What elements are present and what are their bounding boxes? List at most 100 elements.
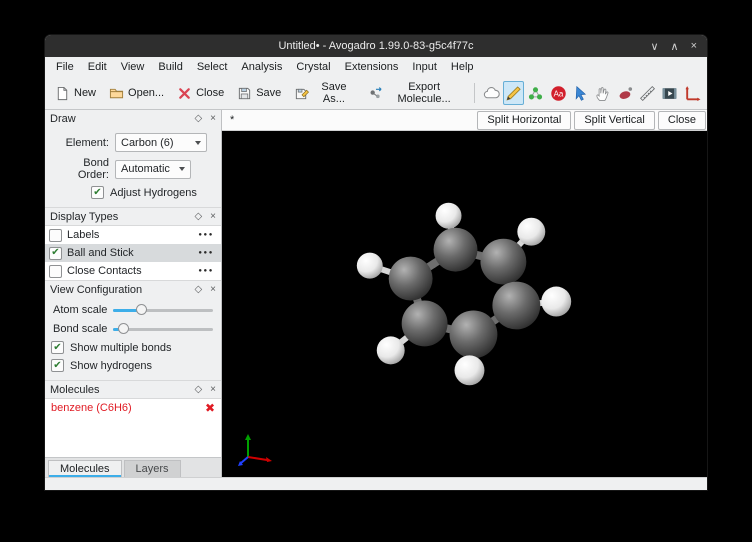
float-panel-icon[interactable]: ◇ (194, 114, 202, 124)
draw-panel: Draw ◇ × Element: Carbon (6) (45, 110, 221, 207)
measure-tool-icon (639, 85, 656, 102)
close-document-icon (177, 86, 192, 101)
menu-input[interactable]: Input (405, 58, 443, 76)
labels-checkbox[interactable] (49, 229, 62, 242)
molecules-list: benzene (C6H6) ✖ (45, 398, 221, 457)
draw-tool-button[interactable] (503, 81, 524, 105)
template-tool-button[interactable] (525, 81, 546, 105)
display-type-row-ball-and-stick[interactable]: ✔ Ball and Stick ●●● (45, 244, 221, 262)
label-tool-button[interactable]: Aa (548, 81, 569, 105)
select-tool-button[interactable] (570, 81, 591, 105)
slider-handle[interactable] (118, 323, 129, 334)
dock-tab-molecules[interactable]: Molecules (48, 460, 122, 477)
close-view-button[interactable]: Close (658, 111, 706, 130)
status-bar (45, 477, 707, 490)
view-tab-modified-indicator[interactable]: * (230, 114, 234, 126)
select-tool-icon (572, 85, 589, 102)
ball-and-stick-checkbox[interactable]: ✔ (49, 247, 62, 260)
menu-help[interactable]: Help (444, 58, 481, 76)
slider-handle[interactable] (136, 304, 147, 315)
close-panel-icon[interactable]: × (210, 285, 216, 295)
navigate-tool-icon (483, 85, 500, 102)
animation-tool-button[interactable] (659, 81, 680, 105)
show-hydrogens-checkbox[interactable]: ✔ (51, 359, 64, 372)
check-icon: ✔ (51, 248, 59, 258)
navigate-tool-button[interactable] (481, 81, 502, 105)
measure-tool-button[interactable] (637, 81, 658, 105)
atom-scale-label: Atom scale (53, 304, 109, 316)
dock-tab-layers[interactable]: Layers (124, 460, 181, 477)
menu-edit[interactable]: Edit (81, 58, 114, 76)
float-panel-icon[interactable]: ◇ (194, 385, 202, 395)
main-view-area: * Split Horizontal Split Vertical Close (222, 110, 707, 477)
close-file-button[interactable]: Close (171, 82, 230, 105)
row-options-button[interactable]: ●●● (198, 268, 217, 274)
align-tool-button[interactable] (682, 81, 703, 105)
menu-select[interactable]: Select (190, 58, 235, 76)
view-configuration-panel-title: View Configuration (50, 284, 194, 296)
bond-order-select[interactable]: Automatic (115, 160, 191, 179)
menubar: File Edit View Build Select Analysis Cry… (45, 57, 707, 77)
display-types-panel: Display Types ◇ × Labels ●●● (45, 207, 221, 280)
show-multiple-bonds-checkbox[interactable]: ✔ (51, 341, 64, 354)
hand-icon (594, 85, 611, 102)
close-window-button[interactable]: × (691, 40, 697, 52)
svg-text:Aa: Aa (553, 89, 563, 98)
menu-build[interactable]: Build (151, 58, 189, 76)
window-controls: ∨ ∧ × (650, 35, 697, 57)
screen-background: Untitled• - Avogadro 1.99.0-83-g5c4f77c … (0, 0, 752, 542)
float-panel-icon[interactable]: ◇ (194, 285, 202, 295)
check-icon: ✔ (53, 361, 61, 371)
close-panel-icon[interactable]: × (210, 212, 216, 222)
close-contacts-checkbox[interactable] (49, 265, 62, 278)
show-multiple-bonds-label: Show multiple bonds (70, 342, 172, 354)
chevron-down-icon (179, 167, 185, 171)
remove-molecule-button[interactable]: ✖ (205, 402, 215, 414)
adjust-hydrogens-label: Adjust Hydrogens (110, 187, 197, 199)
export-molecule-button[interactable]: Export Molecule... (362, 77, 468, 109)
split-vertical-button[interactable]: Split Vertical (574, 111, 655, 130)
label-tool-icon: Aa (550, 85, 567, 102)
molecules-panel-title: Molecules (50, 384, 194, 396)
pencil-icon (505, 85, 522, 102)
menu-file[interactable]: File (49, 58, 81, 76)
menu-extensions[interactable]: Extensions (338, 58, 406, 76)
open-button[interactable]: Open... (103, 82, 170, 105)
bond-order-label: Bond Order: (51, 157, 109, 181)
menu-crystal[interactable]: Crystal (289, 58, 337, 76)
row-options-button[interactable]: ●●● (198, 232, 217, 238)
minimize-button[interactable]: ∨ (650, 40, 658, 53)
avogadro-window: Untitled• - Avogadro 1.99.0-83-g5c4f77c … (45, 35, 707, 490)
save-button[interactable]: Save (231, 82, 287, 105)
3d-viewport[interactable] (222, 131, 707, 477)
close-panel-icon[interactable]: × (210, 385, 216, 395)
atom-scale-slider[interactable] (113, 303, 213, 317)
check-icon: ✔ (93, 188, 101, 198)
show-hydrogens-label: Show hydrogens (70, 360, 152, 372)
chevron-down-icon (195, 141, 201, 145)
menu-analysis[interactable]: Analysis (234, 58, 289, 76)
maximize-button[interactable]: ∧ (671, 40, 679, 53)
bond-centric-tool-button[interactable] (615, 81, 636, 105)
save-as-button[interactable]: Save As... (288, 77, 360, 109)
adjust-hydrogens-checkbox[interactable]: ✔ (91, 186, 104, 199)
align-axes-icon (684, 85, 701, 102)
row-options-button[interactable]: ●●● (198, 250, 217, 256)
new-button[interactable]: New (49, 82, 102, 105)
manipulate-tool-button[interactable] (592, 81, 613, 105)
display-type-row-labels[interactable]: Labels ●●● (45, 226, 221, 244)
new-document-icon (55, 86, 70, 101)
float-panel-icon[interactable]: ◇ (194, 212, 202, 222)
toolbar: New Open... Close Save (45, 77, 707, 110)
display-type-row-close-contacts[interactable]: Close Contacts ●●● (45, 262, 221, 280)
menu-view[interactable]: View (114, 58, 152, 76)
titlebar[interactable]: Untitled• - Avogadro 1.99.0-83-g5c4f77c … (45, 35, 707, 57)
bond-scale-slider[interactable] (113, 322, 213, 336)
molecule-list-item[interactable]: benzene (C6H6) ✖ (45, 399, 221, 414)
window-title: Untitled• - Avogadro 1.99.0-83-g5c4f77c (278, 40, 473, 52)
open-folder-icon (109, 86, 124, 101)
export-molecule-icon (368, 86, 383, 101)
split-horizontal-button[interactable]: Split Horizontal (477, 111, 571, 130)
close-panel-icon[interactable]: × (210, 114, 216, 124)
element-select[interactable]: Carbon (6) (115, 133, 207, 152)
